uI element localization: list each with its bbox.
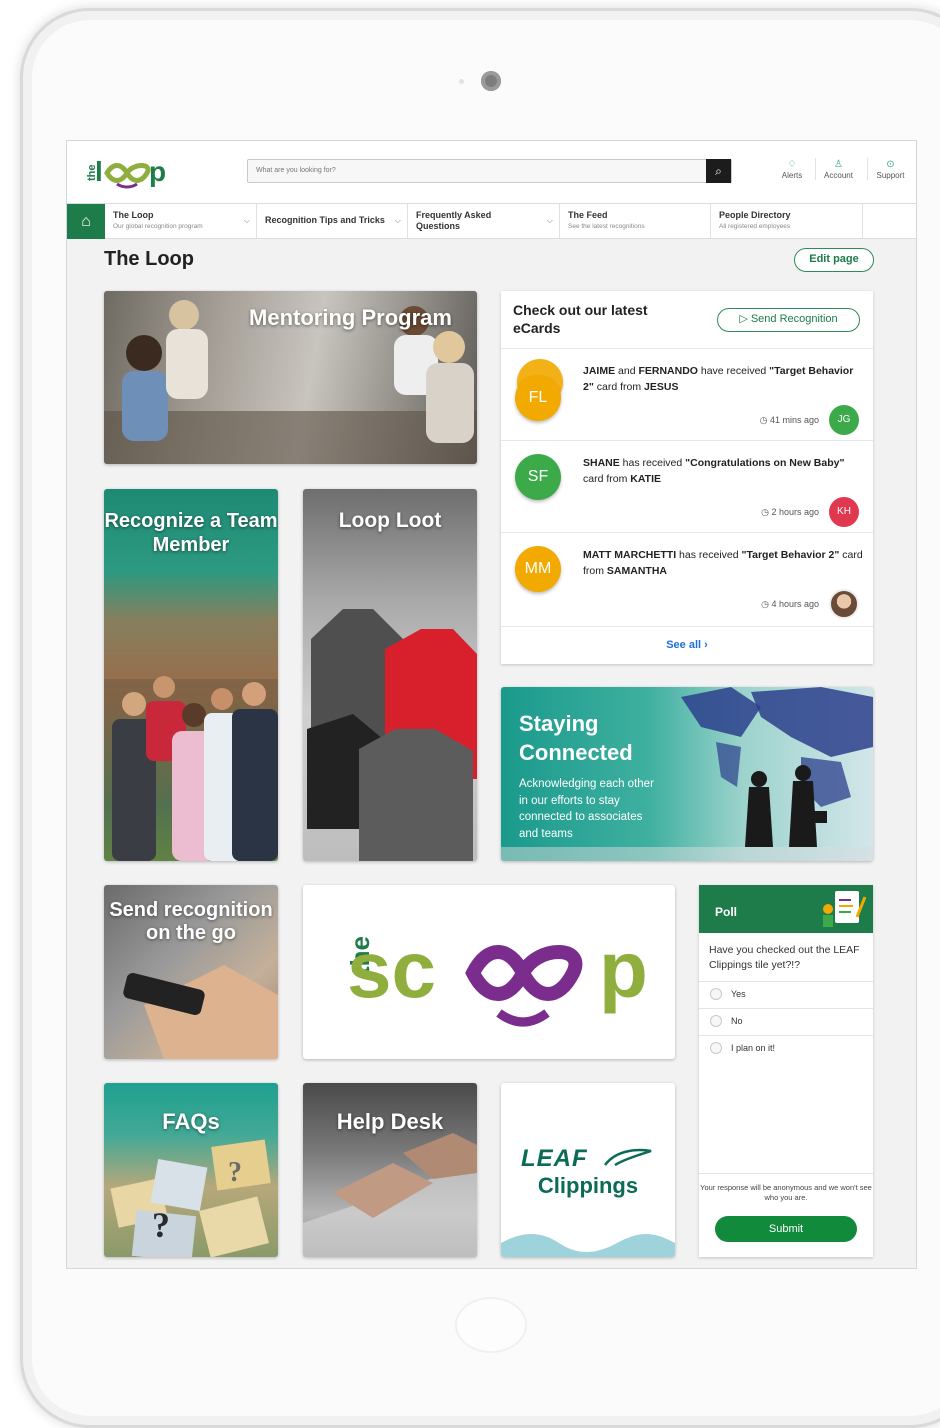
poll-option-no[interactable]: No [699,1008,873,1035]
ecards-title: Check out our latest eCards [513,302,648,336]
nav-item-people-directory[interactable]: People Directory All registered employees [711,204,863,239]
staying-connected-title: Staying Connected [519,711,633,765]
avatar: SF [515,454,561,500]
ecards-panel: Check out our latest eCards ▷ Send Recog… [501,291,873,664]
mentoring-program-label: Mentoring Program [249,305,452,330]
svg-text:?: ? [152,1205,170,1245]
send-icon: ▷ [739,313,751,325]
leaf-swoosh-icon [604,1148,652,1167]
home-button[interactable] [455,1297,527,1353]
help-desk-label: Help Desk [336,1109,444,1134]
chevron-down-icon: ⌵ [243,216,250,225]
ecard-item[interactable]: FL JAIME and FERNANDO have received "Tar… [501,348,873,440]
home-icon: ⌂ [81,213,91,230]
loop-loot-label: Loop Loot [338,509,442,532]
poll-anonymity-note: Your response will be anonymous and we w… [699,1173,873,1203]
help-icon: ⊙ [886,159,895,170]
mentoring-program-tile[interactable]: Mentoring Program [104,291,477,464]
svg-text:l: l [95,156,103,187]
wave-decoration [501,1234,675,1257]
support-button[interactable]: ⊙ Support [867,158,913,180]
front-sensor [459,79,464,84]
ecard-time: ◷ 4 hours ago [761,599,819,609]
alerts-button[interactable]: ♢ Alerts [769,158,815,180]
survey-icon [823,891,867,927]
poll-panel: Poll Have you checked out the LEAF Clipp… [699,885,873,1257]
user-icon: ♙ [834,159,843,170]
sender-avatar-photo [829,589,859,619]
faqs-tile[interactable]: ? ? FAQs [104,1083,278,1257]
page-title: The Loop [104,248,194,270]
poll-option-plan[interactable]: I plan on it! [699,1035,873,1062]
help-desk-tile[interactable]: Help Desk [303,1083,477,1257]
search-input[interactable]: What are you looking for? [247,159,732,183]
poll-question: Have you checked out the LEAF Clippings … [709,944,860,971]
leaf-clippings-tile[interactable]: LEAF Clippings [501,1083,675,1257]
faqs-label: FAQs [162,1109,220,1134]
account-button[interactable]: ♙ Account [815,158,861,180]
leaf-brand-text: LEAF [521,1145,588,1172]
sender-avatar: JG [829,405,859,435]
chevron-down-icon: ⌵ [394,216,401,225]
staying-connected-tile[interactable]: Staying Connected Acknowledging each oth… [501,687,873,861]
page-body: The Loop Edit page Mentoring Program Rec… [67,239,916,1268]
the-scoop-tile[interactable]: the sc p [303,885,675,1059]
radio-button[interactable] [710,988,722,1000]
the-scoop-logo: the sc p [345,925,648,1027]
nav-item-the-loop[interactable]: The Loop Our global recognition program ⌵ [105,204,257,239]
svg-text:p: p [149,156,166,187]
see-all-link[interactable]: See all › [501,626,873,662]
the-loop-logo[interactable]: the l p [81,151,171,191]
staying-connected-text: Acknowledging each other in our efforts … [519,778,654,840]
radio-button[interactable] [710,1015,722,1027]
main-nav: ⌂ The Loop Our global recognition program… [67,203,916,239]
clock-icon: ◷ [761,507,772,517]
nav-item-the-feed[interactable]: The Feed See the latest recognitions [560,204,711,239]
recognize-team-member-tile[interactable]: Recognize a Team Member [104,489,278,861]
search-button[interactable]: ⌕ [706,159,731,183]
poll-option-yes[interactable]: Yes [699,981,873,1008]
bell-icon: ♢ [787,159,797,170]
chevron-down-icon: ⌵ [546,216,553,225]
svg-text:p: p [599,925,648,1014]
ecard-text: JAIME and FERNANDO have received "Target… [583,365,854,393]
ecard-text: MATT MARCHETTI has received "Target Beha… [583,549,863,577]
ecard-text: SHANE has received "Congratulations on N… [583,457,845,485]
sender-avatar: KH [829,497,859,527]
clock-icon: ◷ [759,415,770,425]
leaf-clippings-label: Clippings [537,1173,639,1198]
poll-submit-button[interactable]: Submit [715,1216,857,1242]
ecard-item[interactable]: MM MATT MARCHETTI has received "Target B… [501,532,873,624]
avatar: MM [515,546,561,592]
front-camera [481,71,501,91]
nav-item-recognition-tips[interactable]: Recognition Tips and Tricks ⌵ [257,204,408,239]
search-icon: ⌕ [715,164,722,178]
clock-icon: ◷ [761,599,772,609]
nav-item-faq[interactable]: Frequently Asked Questions ⌵ [408,204,560,239]
ecard-item[interactable]: SF SHANE has received "Congratulations o… [501,440,873,532]
recognize-team-member-label: Recognize a Team Member [104,510,278,556]
screen: the l p What are you looking for? ⌕ ♢ Ale… [66,140,917,1269]
apparel-photo [307,609,477,861]
edit-page-button[interactable]: Edit page [794,248,874,272]
loop-loot-tile[interactable]: Loop Loot [303,489,477,861]
ecard-time: ◷ 41 mins ago [759,415,819,425]
radio-button[interactable] [710,1042,722,1054]
send-recognition-on-the-go-tile[interactable]: Send recognition on the go [104,885,278,1059]
nav-home[interactable]: ⌂ [67,204,105,239]
ecard-time: ◷ 2 hours ago [761,507,819,517]
avatar: FL [515,375,561,421]
send-on-the-go-label: Send recognition on the go [109,899,273,944]
top-bar: the l p What are you looking for? ⌕ ♢ Ale… [67,141,916,203]
send-recognition-button[interactable]: ▷ Send Recognition [717,308,860,332]
svg-text:sc: sc [347,925,436,1014]
svg-text:?: ? [228,1157,242,1188]
